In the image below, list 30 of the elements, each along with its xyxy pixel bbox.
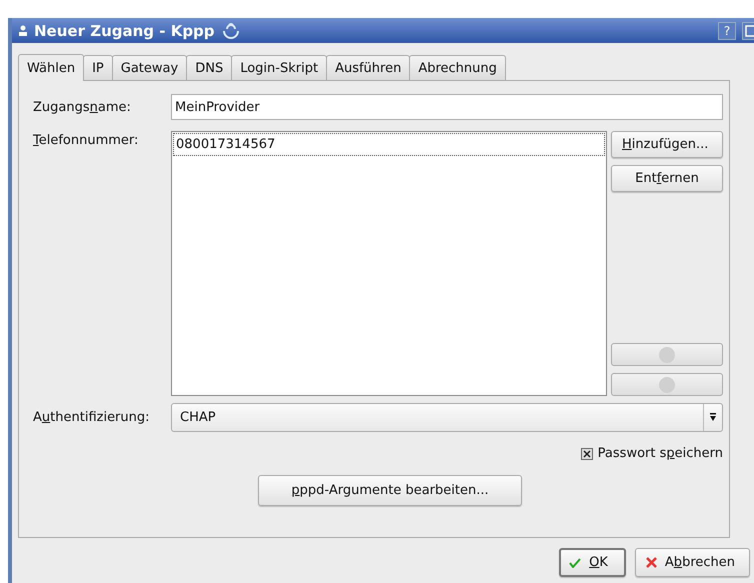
tab[interactable]: Abrechnung bbox=[409, 55, 506, 80]
help-button[interactable]: ? bbox=[718, 22, 736, 40]
field-label: Authentifizierung: bbox=[33, 410, 151, 425]
checkbox[interactable] bbox=[580, 448, 593, 460]
circle-icon bbox=[658, 346, 676, 364]
add-button[interactable]: Hinzufügen... bbox=[611, 131, 723, 158]
cancel-button[interactable]: Abbrechen bbox=[634, 548, 750, 577]
remove-button[interactable]: Entfernen bbox=[611, 165, 723, 192]
save-password-checkbox[interactable]: Passwort speichern bbox=[580, 446, 723, 461]
window-title: Neuer Zugang - Kppp bbox=[34, 22, 215, 40]
list-item[interactable]: 080017314567 bbox=[173, 133, 605, 156]
ok-button[interactable]: OK bbox=[559, 548, 626, 577]
close-icon bbox=[646, 557, 657, 568]
tab[interactable]: IP bbox=[83, 55, 113, 80]
tab[interactable]: Wählen bbox=[18, 54, 84, 81]
tab[interactable]: DNS bbox=[186, 55, 232, 80]
field-label: Telefonnummer: bbox=[33, 132, 140, 148]
pppd-arguments-button[interactable]: pppd-Argumente bearbeiten... bbox=[258, 475, 522, 506]
tab[interactable]: Gateway bbox=[112, 55, 188, 80]
field-label: Zugangsname: bbox=[33, 100, 132, 114]
circle-icon bbox=[658, 376, 676, 394]
phone-list[interactable]: 080017314567 bbox=[171, 131, 607, 396]
swirl-icon bbox=[220, 22, 241, 40]
tab[interactable]: Ausführen bbox=[326, 55, 410, 80]
app-icon bbox=[18, 24, 28, 36]
tab[interactable]: Login-Skript bbox=[231, 55, 328, 80]
dropdown-arrow-icon bbox=[709, 413, 717, 422]
checkmark-icon bbox=[569, 558, 582, 568]
input-field[interactable]: MeinProvider bbox=[171, 94, 723, 120]
auth-dropdown[interactable]: CHAP bbox=[171, 403, 723, 432]
